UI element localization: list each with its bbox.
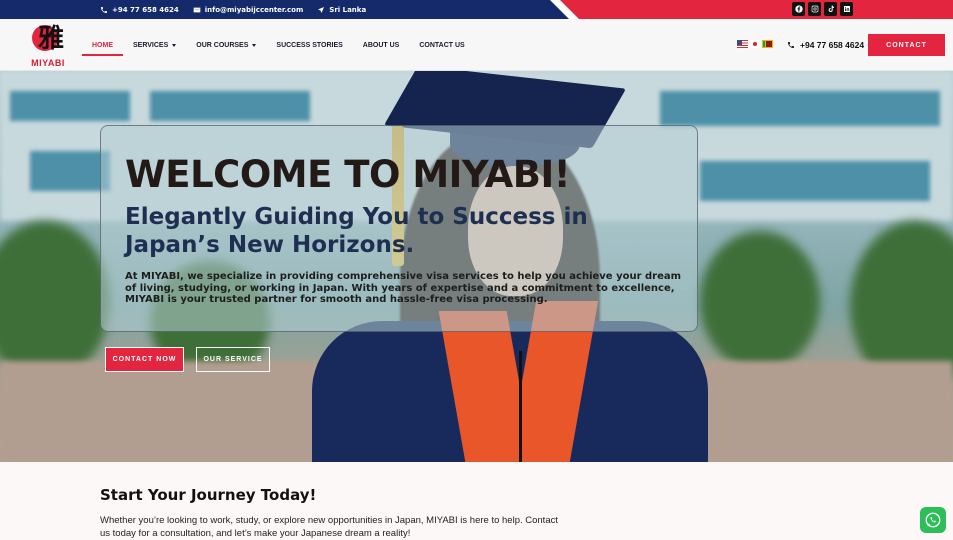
nav-our-courses-label: OUR COURSES — [196, 41, 249, 49]
social-links — [792, 2, 853, 16]
contact-now-button[interactable]: CONTACT NOW — [105, 347, 184, 372]
header-phone[interactable]: +94 77 658 4624 — [787, 19, 864, 71]
nav-home[interactable]: HOME — [82, 19, 123, 71]
language-switcher — [737, 40, 773, 48]
nav-about-us-label: ABOUT US — [362, 41, 400, 49]
nav-contact-us[interactable]: CONTACT US — [409, 19, 474, 71]
logo-wordmark: MIYABI — [31, 58, 65, 68]
miyabi-logo[interactable]: 雅 MIYABI — [28, 24, 68, 68]
logo-kanji: 雅 — [38, 24, 65, 54]
tiktok-icon — [828, 5, 834, 12]
nav-contact-us-label: CONTACT US — [419, 41, 465, 49]
linkedin-icon — [843, 6, 850, 12]
nav-services-label: SERVICES — [133, 41, 169, 49]
hero-subtitle: Elegantly Guiding You to Success in Japa… — [125, 204, 588, 258]
header-phone-text: +94 77 658 4624 — [800, 40, 865, 50]
instagram-icon — [811, 5, 818, 13]
instagram-link[interactable] — [808, 2, 821, 16]
journey-heading: Start Your Journey Today! — [100, 486, 317, 504]
topbar-email-text: info@miyabijccenter.com — [204, 5, 304, 14]
japan-flag-icon[interactable] — [751, 40, 759, 48]
nav-about-us[interactable]: ABOUT US — [353, 19, 410, 71]
phone-icon — [788, 42, 794, 48]
facebook-icon — [794, 5, 803, 13]
nav-our-courses[interactable]: OUR COURSES — [186, 19, 266, 71]
whatsapp-button[interactable] — [920, 507, 946, 533]
journey-text: Whether you’re looking to work, study, o… — [100, 515, 558, 539]
topbar-location-text: Sri Lanka — [329, 5, 367, 14]
us-flag-icon[interactable] — [737, 40, 748, 48]
top-bar: +94 77 658 4624 info@miyabijccenter.com … — [0, 0, 953, 19]
tiktok-link[interactable] — [824, 2, 837, 16]
chevron-down-icon — [252, 43, 257, 47]
location-arrow-icon — [318, 6, 325, 13]
main-header: 雅 MIYABI HOME SERVICES OUR COURSES SUCCE… — [0, 19, 953, 71]
topbar-phone-text: +94 77 658 4624 — [112, 5, 179, 14]
sri-lanka-flag-icon[interactable] — [762, 40, 773, 48]
nav-success-stories-label: SUCCESS STORIES — [276, 41, 343, 49]
topbar-phone[interactable]: +94 77 658 4624 — [100, 6, 179, 14]
hero-description: At MIYABI, we specialize in providing co… — [125, 271, 682, 305]
phone-icon — [101, 6, 107, 13]
contact-info: +94 77 658 4624 info@miyabijccenter.com … — [100, 0, 366, 19]
main-nav: HOME SERVICES OUR COURSES SUCCESS STORIE… — [82, 19, 475, 71]
nav-home-label: HOME — [92, 41, 113, 49]
top-bar-accent — [560, 0, 953, 19]
whatsapp-icon — [925, 512, 941, 528]
linkedin-link[interactable] — [840, 2, 853, 16]
email-icon — [193, 7, 201, 12]
topbar-email[interactable]: info@miyabijccenter.com — [193, 5, 304, 14]
topbar-location: Sri Lanka — [317, 6, 366, 14]
hero-section: WELCOME TO MIYABI! Elegantly Guiding You… — [0, 71, 953, 462]
contact-button[interactable]: CONTACT — [868, 34, 945, 56]
hero-title: WELCOME TO MIYABI! — [125, 153, 571, 196]
our-service-button[interactable]: OUR SERVICE — [196, 347, 270, 372]
chevron-down-icon — [172, 43, 177, 47]
nav-services[interactable]: SERVICES — [123, 19, 186, 71]
facebook-link[interactable] — [792, 2, 805, 16]
nav-success-stories[interactable]: SUCCESS STORIES — [266, 19, 352, 71]
